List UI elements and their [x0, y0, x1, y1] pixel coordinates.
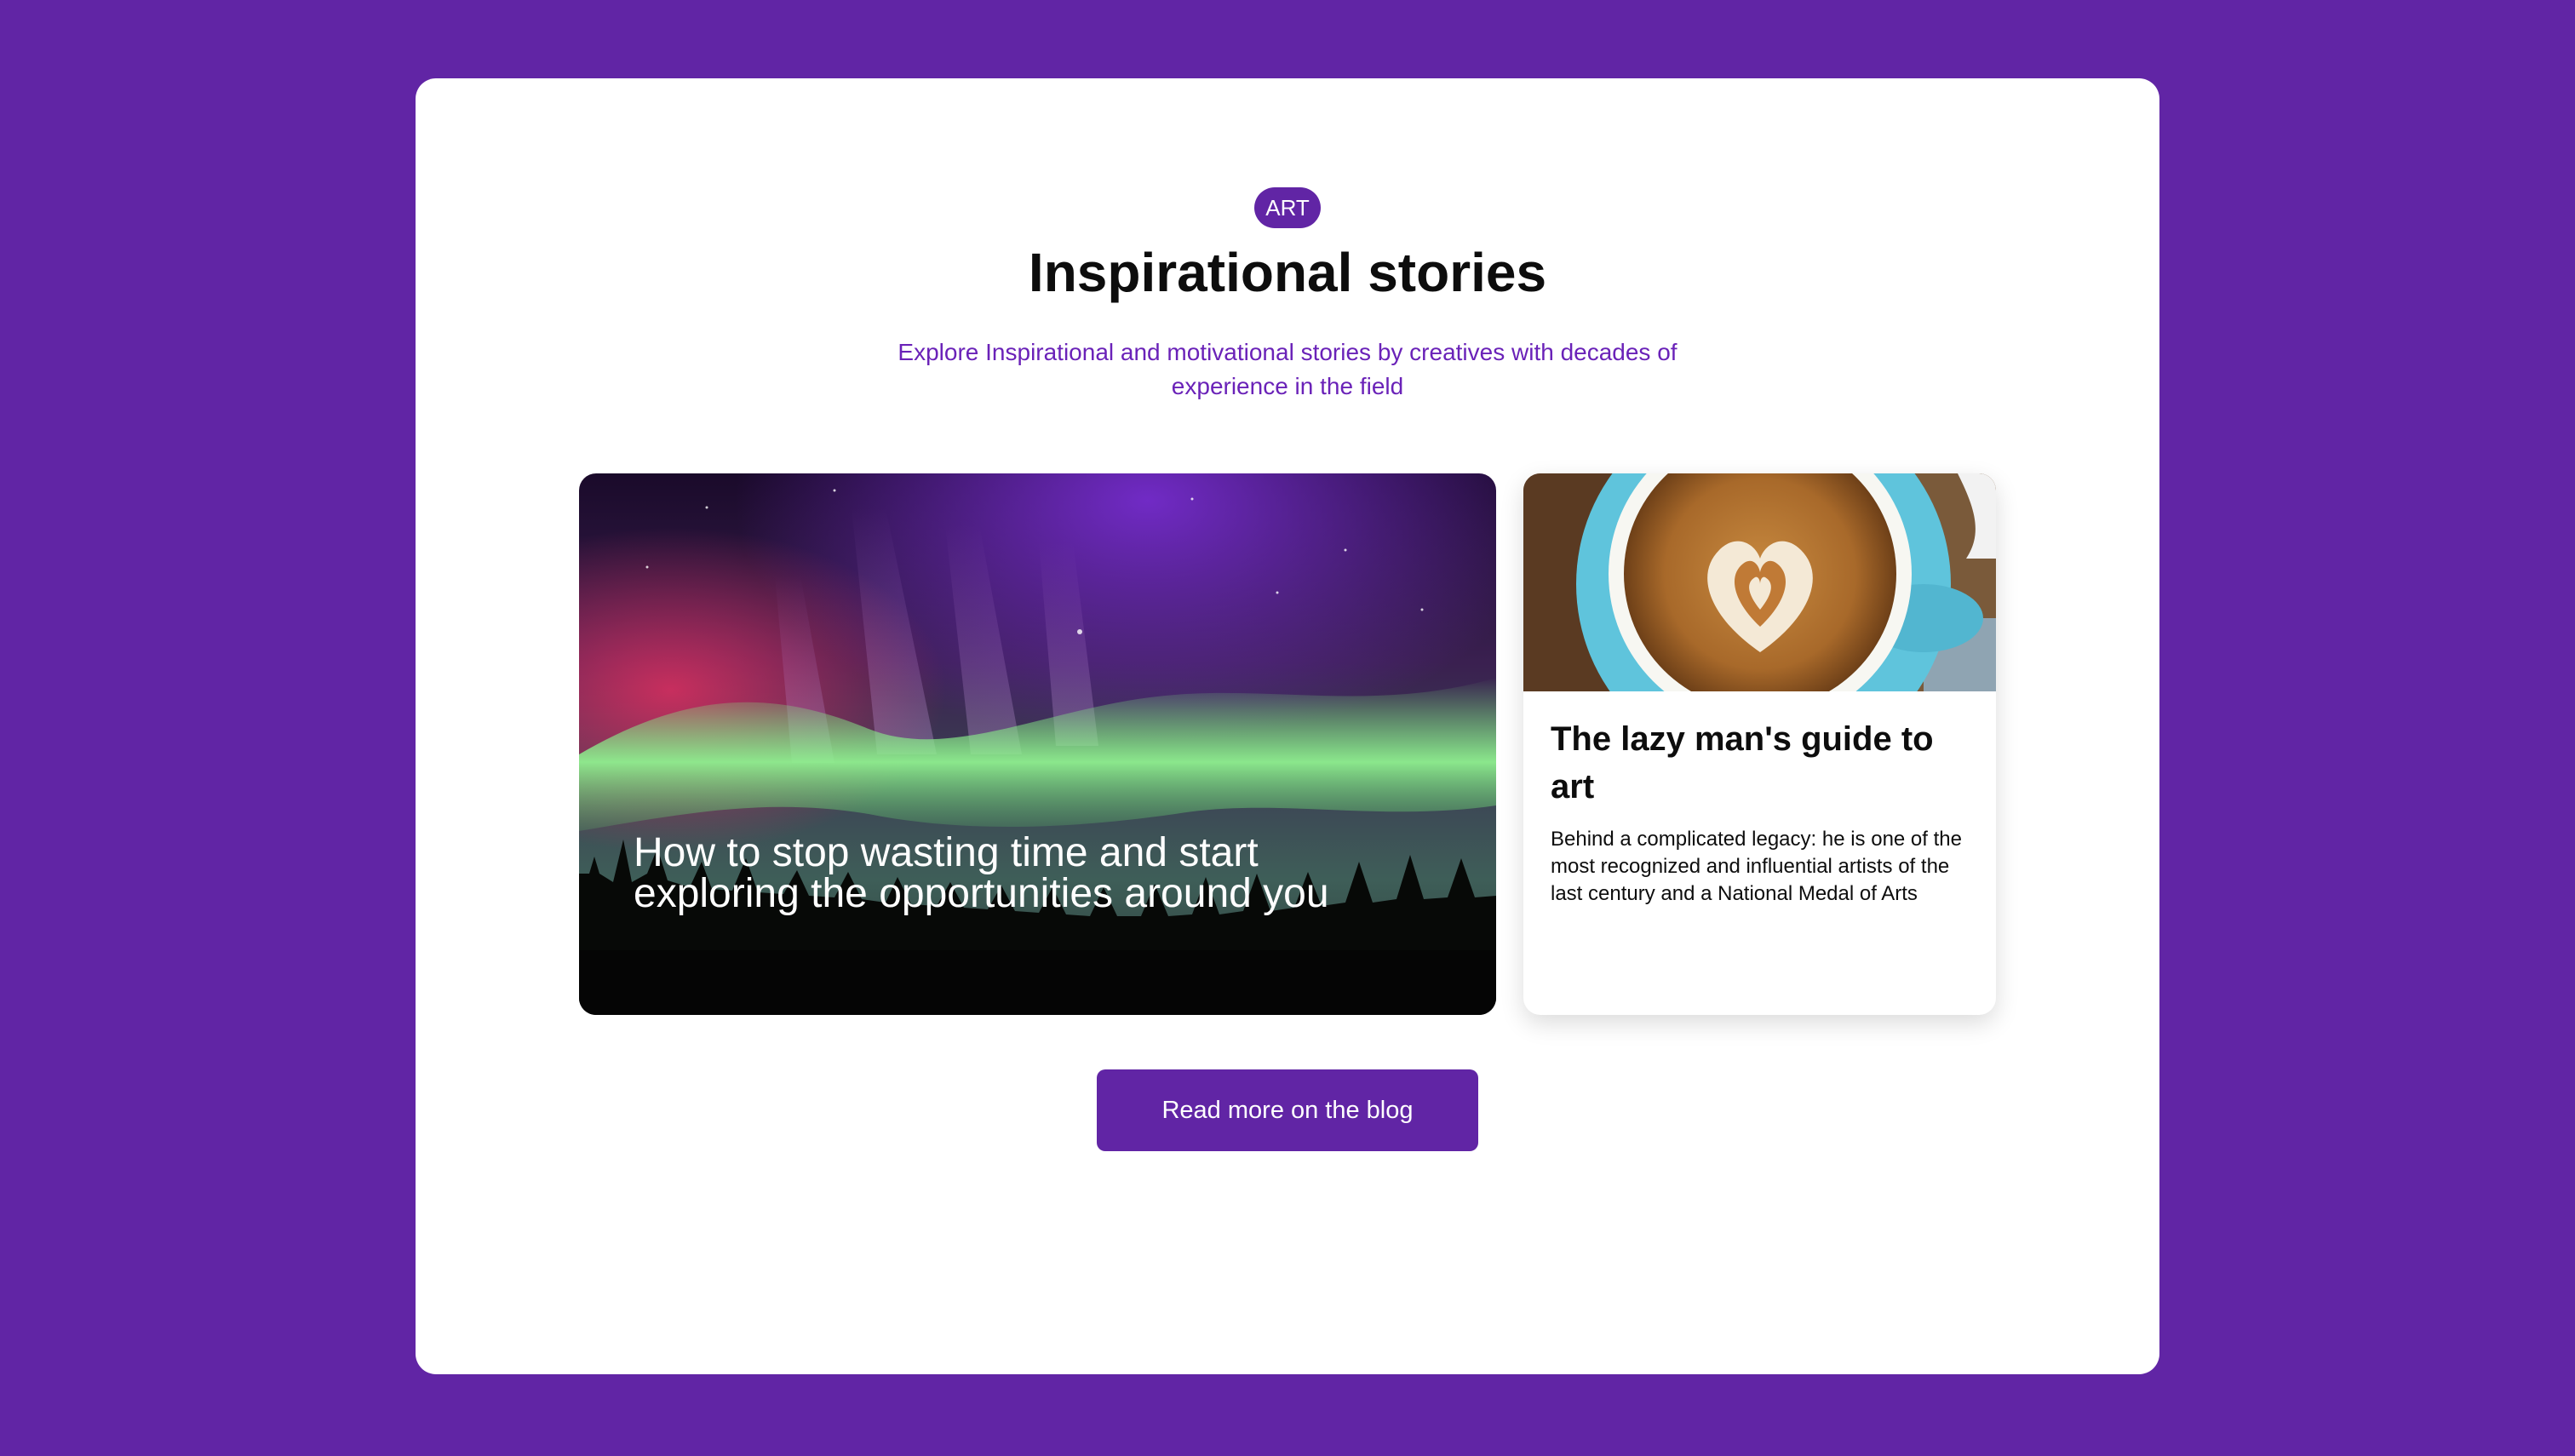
side-story-card[interactable]: The lazy man's guide to art Behind a com… — [1523, 473, 1996, 1015]
page-subtitle: Explore Inspirational and motivational s… — [898, 339, 1677, 399]
page-title: Inspirational stories — [1028, 242, 1547, 303]
side-story-title[interactable]: The lazy man's guide to art — [1551, 715, 1976, 811]
latte-image — [1523, 473, 1996, 691]
aurora-image — [579, 473, 1496, 1015]
featured-story-title[interactable]: How to stop wasting time and start explo… — [634, 833, 1383, 914]
category-badge: ART — [1254, 187, 1321, 228]
featured-story-card[interactable]: How to stop wasting time and start explo… — [579, 473, 1496, 1015]
side-story-description: Behind a complicated legacy: he is one o… — [1551, 828, 1962, 905]
read-more-button[interactable]: Read more on the blog — [1097, 1069, 1478, 1151]
